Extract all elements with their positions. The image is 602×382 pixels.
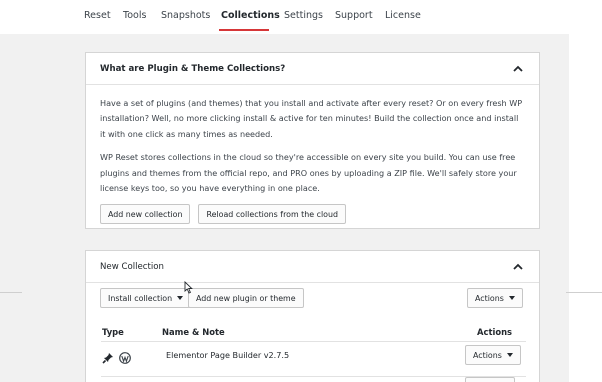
table-header-divider [101,341,526,342]
collection-item-name: Elementor Page Builder v2.7.5 [166,350,290,360]
collection-actions-label: Actions [475,293,504,303]
column-header-name-note: Name & Note [162,327,225,337]
collections-info-card: What are Plugin & Theme Collections? Hav… [85,52,540,229]
tab-reset[interactable]: Reset [84,10,111,21]
page-right-margin [569,0,602,382]
wordpress-icon [119,349,131,368]
tab-settings[interactable]: Settings [284,10,323,21]
info-paragraph-2: WP Reset stores collections in the cloud… [100,152,517,194]
reload-collections-button[interactable]: Reload collections from the cloud [198,204,346,225]
add-new-collection-button[interactable]: Add new collection [100,204,191,225]
install-collection-label: Install collection [108,293,173,303]
install-collection-button[interactable]: Install collection [100,288,192,308]
row-actions-button[interactable] [465,377,515,382]
plugin-icon [102,349,114,368]
collection-card-header[interactable]: New Collection [86,251,539,283]
info-card-header[interactable]: What are Plugin & Theme Collections? [86,53,539,85]
tab-support[interactable]: Support [335,10,373,21]
row-actions-button[interactable]: Actions [465,345,521,365]
table-row-divider [101,376,526,377]
mouse-cursor-icon [184,279,193,298]
caret-down-icon [506,353,513,357]
row-actions-label: Actions [473,350,502,360]
active-tab-indicator [219,29,269,31]
column-header-actions: Actions [477,327,513,337]
add-plugin-or-theme-button[interactable]: Add new plugin or theme [188,288,304,308]
collection-card-title: New Collection [100,261,164,272]
info-card-body: Have a set of plugins (and themes) that … [86,85,539,225]
info-card-title: What are Plugin & Theme Collections? [100,63,286,74]
caret-down-icon [177,296,184,300]
chevron-up-icon[interactable] [513,65,523,73]
tab-bar: Reset Tools Snapshots Collections Settin… [0,0,569,34]
chevron-up-icon[interactable] [513,263,523,271]
column-header-type: Type [102,327,124,337]
divider-line-right [566,292,602,293]
info-card-buttons: Add new collection Reload collections fr… [100,204,525,225]
tab-license[interactable]: License [385,10,421,21]
info-paragraph-1: Have a set of plugins (and themes) that … [100,98,523,139]
tab-collections[interactable]: Collections [221,10,280,21]
caret-down-icon [508,296,515,300]
tab-snapshots[interactable]: Snapshots [161,10,210,21]
tab-tools[interactable]: Tools [123,10,146,21]
table-row: Elementor Page Builder v2.7.5 Actions [102,345,527,371]
divider-line-left [0,292,22,293]
collection-actions-button[interactable]: Actions [467,288,523,308]
new-collection-card: New Collection Install collection Add ne… [85,250,540,382]
